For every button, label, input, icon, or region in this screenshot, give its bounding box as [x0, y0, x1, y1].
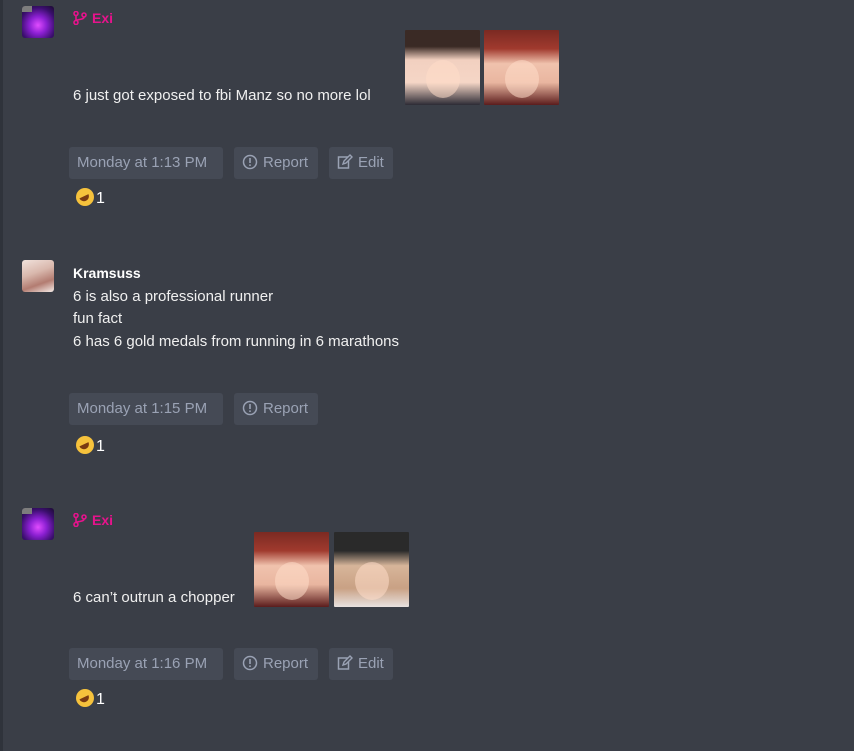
reaction-summary[interactable]: 1 — [76, 436, 105, 456]
report-button[interactable]: Report — [234, 393, 318, 425]
alert-circle-icon — [242, 400, 258, 416]
post-text-line: 6 has 6 gold medals from running in 6 ma… — [73, 333, 400, 350]
timestamp-link[interactable]: Monday at 1:16 PM — [69, 648, 223, 680]
timestamp-label: Monday at 1:13 PM — [77, 154, 208, 171]
edit-label: Edit — [358, 655, 384, 672]
rofl-emoji-icon — [76, 188, 94, 206]
reaction-summary[interactable]: 1 — [76, 689, 105, 709]
edit-icon — [337, 655, 353, 670]
username-label: Exi — [92, 512, 114, 528]
git-branch-icon — [73, 11, 87, 25]
avatar-exi[interactable] — [22, 6, 54, 38]
post-text-line: 6 can’t outrun a chopper — [73, 589, 235, 606]
alert-circle-icon — [242, 154, 258, 170]
report-label: Report — [263, 655, 309, 672]
edit-button[interactable]: Edit — [329, 147, 393, 179]
rofl-emoji-icon — [76, 436, 94, 454]
timestamp-link[interactable]: Monday at 1:15 PM — [69, 393, 223, 425]
timestamp-label: Monday at 1:15 PM — [77, 400, 208, 417]
rofl-emoji-icon — [76, 689, 94, 707]
reaction-count: 1 — [96, 691, 105, 708]
username-exi[interactable]: Exi — [73, 512, 113, 528]
reaction-count: 1 — [96, 190, 105, 207]
username-label: Kramsuss — [73, 265, 141, 281]
edit-icon — [337, 154, 353, 169]
username-exi[interactable]: Exi — [73, 10, 113, 26]
sticker-image[interactable] — [334, 532, 409, 607]
sticker-image[interactable] — [254, 532, 329, 607]
report-label: Report — [263, 400, 309, 417]
avatar-exi[interactable] — [22, 508, 54, 540]
report-button[interactable]: Report — [234, 648, 318, 680]
timestamp-link[interactable]: Monday at 1:13 PM — [69, 147, 223, 179]
username-kramsuss[interactable]: Kramsuss — [73, 265, 141, 281]
report-button[interactable]: Report — [234, 147, 318, 179]
avatar-kramsuss[interactable] — [22, 260, 54, 292]
username-label: Exi — [92, 10, 114, 26]
edit-button[interactable]: Edit — [329, 648, 393, 680]
alert-circle-icon — [242, 655, 258, 671]
reaction-count: 1 — [96, 438, 105, 455]
timestamp-label: Monday at 1:16 PM — [77, 655, 208, 672]
git-branch-icon — [73, 513, 87, 527]
edit-label: Edit — [358, 154, 384, 171]
reaction-summary[interactable]: 1 — [76, 188, 105, 208]
report-label: Report — [263, 154, 309, 171]
post-text-line: 6 is also a professional runner — [73, 288, 274, 305]
post-text-line: fun fact — [73, 310, 123, 327]
post-text-line: 6 just got exposed to fbi Manz so no mor… — [73, 87, 371, 104]
sticker-image[interactable] — [484, 30, 559, 105]
left-border — [0, 0, 3, 751]
sticker-image[interactable] — [405, 30, 480, 105]
